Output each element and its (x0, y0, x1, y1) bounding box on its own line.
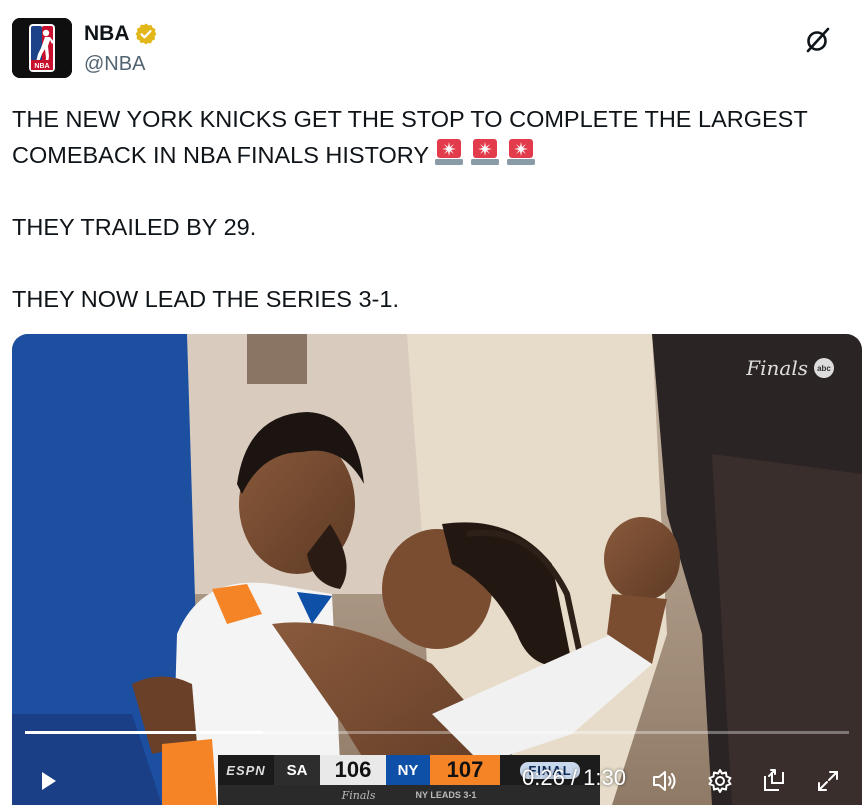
video-controls: 0:26 / 1:30 (12, 755, 862, 805)
progress-bar[interactable] (25, 731, 849, 734)
display-name[interactable]: NBA (84, 22, 130, 46)
progress-fill (25, 731, 264, 734)
abc-badge: abc (814, 358, 834, 378)
tweet-text: THE NEW YORK KNICKS GET THE STOP TO COMP… (12, 101, 852, 317)
picture-in-picture-icon[interactable] (760, 767, 788, 795)
volume-icon[interactable] (650, 767, 678, 795)
finals-watermark-text: Finals (746, 356, 808, 380)
svg-text:NBA: NBA (34, 63, 49, 70)
verified-badge-icon (135, 23, 156, 45)
name-row: NBA (84, 22, 158, 46)
siren-emoji-group (433, 137, 537, 167)
play-icon[interactable] (34, 767, 62, 795)
nba-logo-icon: NBA (12, 18, 72, 78)
handle[interactable]: @NBA (84, 53, 145, 76)
x-logo-icon[interactable] (802, 24, 834, 56)
siren-emoji-icon (471, 139, 500, 165)
tweet-line-3: THEY NOW LEAD THE SERIES 3-1. (12, 286, 399, 312)
finals-watermark: Finals abc (746, 356, 834, 380)
tweet-line-1: THE NEW YORK KNICKS GET THE STOP TO COMP… (12, 106, 808, 168)
settings-icon[interactable] (706, 767, 734, 795)
tweet-line-2: THEY TRAILED BY 29. (12, 214, 257, 240)
time-display: 0:26 / 1:30 (522, 765, 626, 790)
siren-emoji-icon (507, 139, 536, 165)
video-frame (12, 334, 862, 805)
fullscreen-icon[interactable] (814, 767, 842, 795)
video-player[interactable]: Finals abc ESPN SA 106 NY 107 FINAL Fina… (12, 334, 862, 805)
tweet-header: NBA NBA @NBA (12, 18, 856, 80)
siren-emoji-icon (435, 139, 464, 165)
avatar[interactable]: NBA (12, 18, 72, 78)
